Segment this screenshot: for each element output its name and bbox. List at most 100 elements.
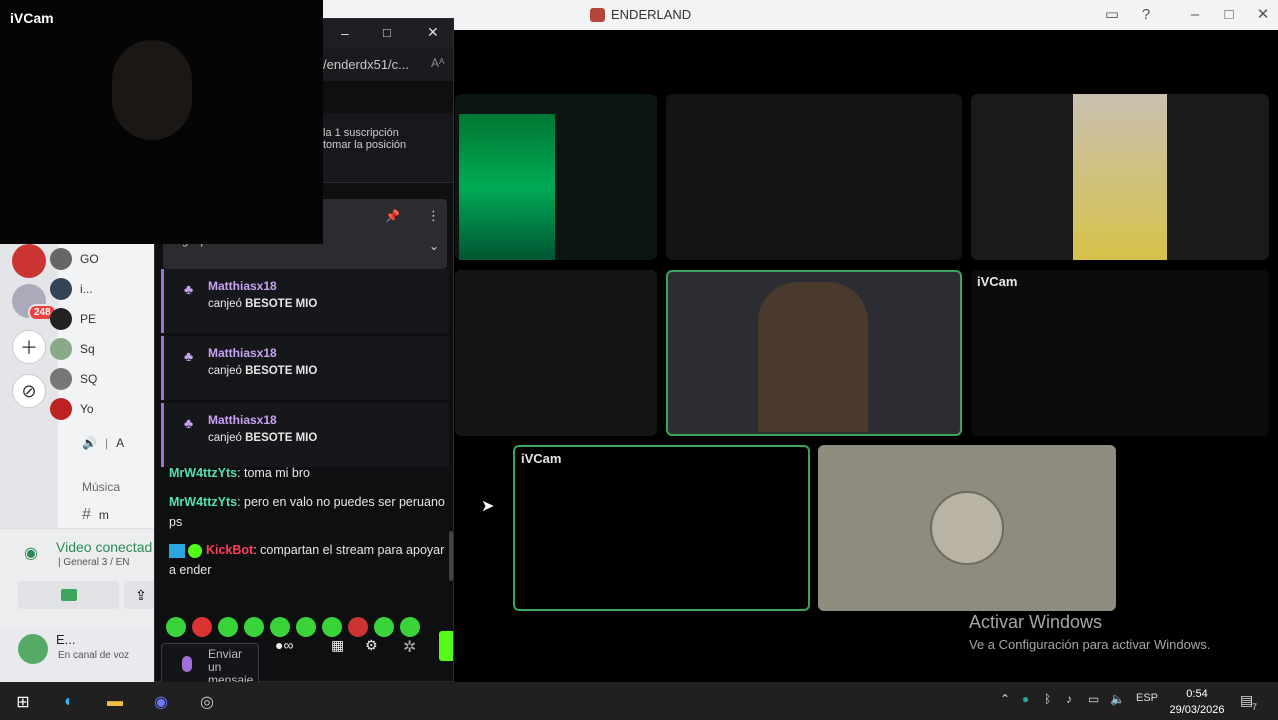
emote-icon[interactable] (322, 617, 342, 637)
gear-icon[interactable]: ⚙ (365, 637, 378, 654)
help-icon[interactable]: ? (1137, 6, 1155, 24)
category-music[interactable]: Música (82, 480, 120, 494)
chat-message: MrW4ttzYts: toma mi bro (169, 466, 310, 480)
avatar (50, 278, 72, 300)
minimize-icon[interactable]: – (1186, 6, 1204, 24)
tray-app-icon[interactable]: ● (1022, 692, 1029, 706)
reward-icon: ♣ (184, 348, 194, 364)
text-channel-item[interactable]: # m (82, 506, 109, 524)
notification-count: 7 (1252, 702, 1258, 712)
video-tile[interactable] (455, 270, 657, 436)
close-icon[interactable]: ✕ (1254, 6, 1272, 24)
read-aloud-icon[interactable]: Aᴬ (431, 56, 444, 70)
reward-icon: ♣ (184, 415, 194, 431)
member-item[interactable]: i... (50, 278, 93, 300)
redeem-message: ♣ Matthiasx18 canjeó BESOTE MIO (161, 403, 449, 467)
user-status: En canal de voz (58, 650, 130, 661)
camera-button[interactable] (18, 581, 119, 609)
settings-icon[interactable]: ✲ (403, 637, 416, 657)
member-item[interactable]: PE (50, 308, 96, 330)
pin-icon[interactable]: 📌 (385, 209, 400, 223)
app-logo-icon (590, 7, 605, 22)
send-button[interactable] (439, 631, 453, 661)
mod-badge-icon (169, 543, 185, 558)
chat-message: MrW4ttzYts: pero en valo no puedes ser p… (169, 495, 445, 529)
activate-windows-watermark: Activar Windows Ve a Configuración para … (969, 612, 1211, 652)
emote-icon[interactable] (270, 617, 290, 637)
avatar (50, 338, 72, 360)
chevron-up-icon[interactable]: ⌃ (1000, 692, 1010, 706)
reward-icon: ♣ (184, 281, 194, 297)
avatar[interactable] (18, 634, 48, 664)
video-tile[interactable]: iVCam (513, 445, 810, 611)
maximize-icon[interactable]: □ (1220, 6, 1238, 24)
clock[interactable]: 0:54 29/03/2026 (1168, 686, 1226, 718)
edge-icon[interactable]: ◐ (58, 691, 80, 713)
mic-icon[interactable] (182, 656, 192, 672)
add-server-icon[interactable]: ＋ (12, 330, 46, 364)
camera-icon (60, 589, 77, 601)
server-icon[interactable] (12, 244, 46, 278)
network-icon[interactable]: ▭ (1088, 692, 1099, 706)
minimize-icon[interactable]: – (341, 25, 349, 41)
avatar (50, 368, 72, 390)
emote-icon[interactable] (244, 617, 264, 637)
avatar (930, 491, 1004, 565)
chat-message: KickBot: compartan el stream para apoyar… (169, 543, 445, 577)
ivcam-label: iVCam (10, 10, 54, 26)
emote-icon[interactable] (218, 617, 238, 637)
emote-icon[interactable] (374, 617, 394, 637)
emote-icon[interactable] (400, 617, 420, 637)
language-indicator[interactable]: ESP (1136, 692, 1158, 704)
windows-taskbar: ⊞ ◐ ▬ ◉ ◎ ⌃ ● ᛒ ♪ ▭ 🔈 ESP 0:54 29/03/202… (0, 682, 1278, 720)
video-tile[interactable]: iVCam (971, 270, 1269, 436)
emote-icon[interactable] (166, 617, 186, 637)
avatar (50, 248, 72, 270)
video-tile[interactable] (455, 94, 657, 260)
hash-icon: # (82, 506, 91, 523)
bluetooth-icon[interactable]: ᛒ (1044, 692, 1051, 706)
emote-icon[interactable] (296, 617, 316, 637)
redeem-message: ♣ Matthiasx18 canjeó BESOTE MIO (161, 336, 449, 400)
member-item[interactable]: Yo (50, 398, 94, 420)
speaker-icon: 🔊 (82, 436, 97, 450)
signal-icon: ◉ (24, 545, 38, 562)
close-icon[interactable]: ✕ (427, 24, 439, 41)
member-item[interactable]: Sq (50, 338, 95, 360)
discord-icon[interactable]: ◉ (150, 691, 172, 713)
chevron-down-icon[interactable]: ⌄ (429, 239, 439, 253)
mouse-cursor-icon: ➤ (481, 498, 495, 515)
user-name: E... (56, 632, 76, 647)
tile-label: iVCam (521, 451, 562, 466)
inbox-icon[interactable]: ▭ (1103, 6, 1121, 24)
video-tile-speaking[interactable] (666, 270, 962, 436)
chat-input[interactable]: Enviar un mensaje (161, 643, 259, 687)
start-icon[interactable]: ⊞ (12, 691, 34, 713)
emote-icon[interactable] (348, 617, 368, 637)
ivcam-preview-window[interactable]: iVCam (0, 0, 323, 244)
voice-location: | General 3 / EN (58, 557, 130, 568)
redeem-message: ♣ Matthiasx18 canjeó BESOTE MIO (161, 269, 449, 333)
video-tile[interactable] (971, 94, 1269, 260)
mic-tray-icon[interactable]: ♪ (1066, 692, 1072, 706)
avatar (50, 308, 72, 330)
maximize-icon[interactable]: □ (383, 25, 391, 40)
member-item[interactable]: GO (50, 248, 99, 270)
voice-status[interactable]: Video conectad (56, 539, 152, 555)
user-panel: E... En canal de voz (0, 628, 158, 682)
video-tile[interactable] (666, 94, 962, 260)
volume-icon[interactable]: 🔈 (1110, 692, 1125, 706)
voice-channel-item[interactable]: 🔊 | A (82, 436, 124, 450)
store-icon[interactable]: ▦ (331, 637, 344, 654)
scrollbar[interactable] (449, 531, 453, 581)
obs-icon[interactable]: ◎ (196, 691, 218, 713)
file-explorer-icon[interactable]: ▬ (104, 691, 126, 713)
community-icon[interactable]: ●∞ (275, 637, 293, 653)
explore-icon[interactable]: ⊘ (12, 374, 46, 408)
avatar-tile[interactable] (818, 445, 1116, 611)
screen-share-icon: ⇪ (135, 586, 147, 603)
screen-share-button[interactable]: ⇪ (124, 581, 158, 609)
emote-icon[interactable] (192, 617, 212, 637)
more-options-icon[interactable]: ⋮ (427, 208, 440, 224)
member-item[interactable]: SQ (50, 368, 97, 390)
